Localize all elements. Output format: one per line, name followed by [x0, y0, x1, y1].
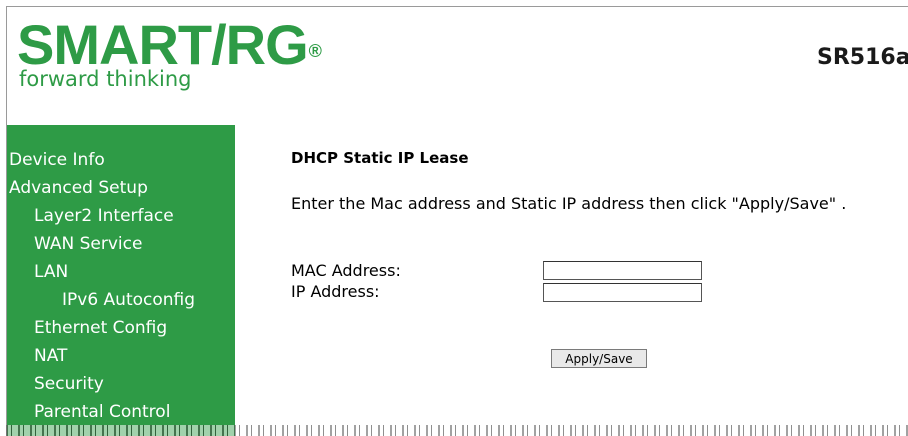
ip-address-input[interactable] [543, 283, 702, 302]
sidebar-nav: Device Info Advanced Setup Layer2 Interf… [7, 125, 235, 436]
sidebar-item-parental-control[interactable]: Parental Control [34, 402, 170, 422]
sidebar-item-ipv6-autoconfig[interactable]: IPv6 Autoconfig [62, 290, 195, 310]
ip-address-label: IP Address: [291, 282, 380, 301]
sidebar-item-device-info[interactable]: Device Info [9, 150, 105, 170]
sidebar-item-lan[interactable]: LAN [34, 262, 68, 282]
sidebar-item-security[interactable]: Security [34, 374, 104, 394]
device-model: SR516ac [817, 45, 908, 70]
sidebar-item-advanced-setup[interactable]: Advanced Setup [9, 178, 148, 198]
header: SMART/RG® forward thinking SR516ac [7, 7, 908, 125]
mac-address-input[interactable] [543, 261, 702, 280]
scan-artifact-strip [0, 425, 908, 436]
brand-logo: SMART/RG® [17, 17, 322, 73]
sidebar-item-layer2-interface[interactable]: Layer2 Interface [34, 206, 174, 226]
sidebar-item-wan-service[interactable]: WAN Service [34, 234, 142, 254]
mac-address-label: MAC Address: [291, 261, 401, 280]
apply-save-button[interactable]: Apply/Save [551, 349, 647, 368]
sidebar-item-ethernet-config[interactable]: Ethernet Config [34, 318, 167, 338]
sidebar-item-nat[interactable]: NAT [34, 346, 67, 366]
brand-tagline: forward thinking [19, 67, 192, 91]
main-content: DHCP Static IP Lease Enter the Mac addre… [236, 125, 908, 436]
instructions-text: Enter the Mac address and Static IP addr… [291, 194, 847, 213]
page-title: DHCP Static IP Lease [291, 149, 469, 167]
registered-mark: ® [308, 41, 322, 61]
